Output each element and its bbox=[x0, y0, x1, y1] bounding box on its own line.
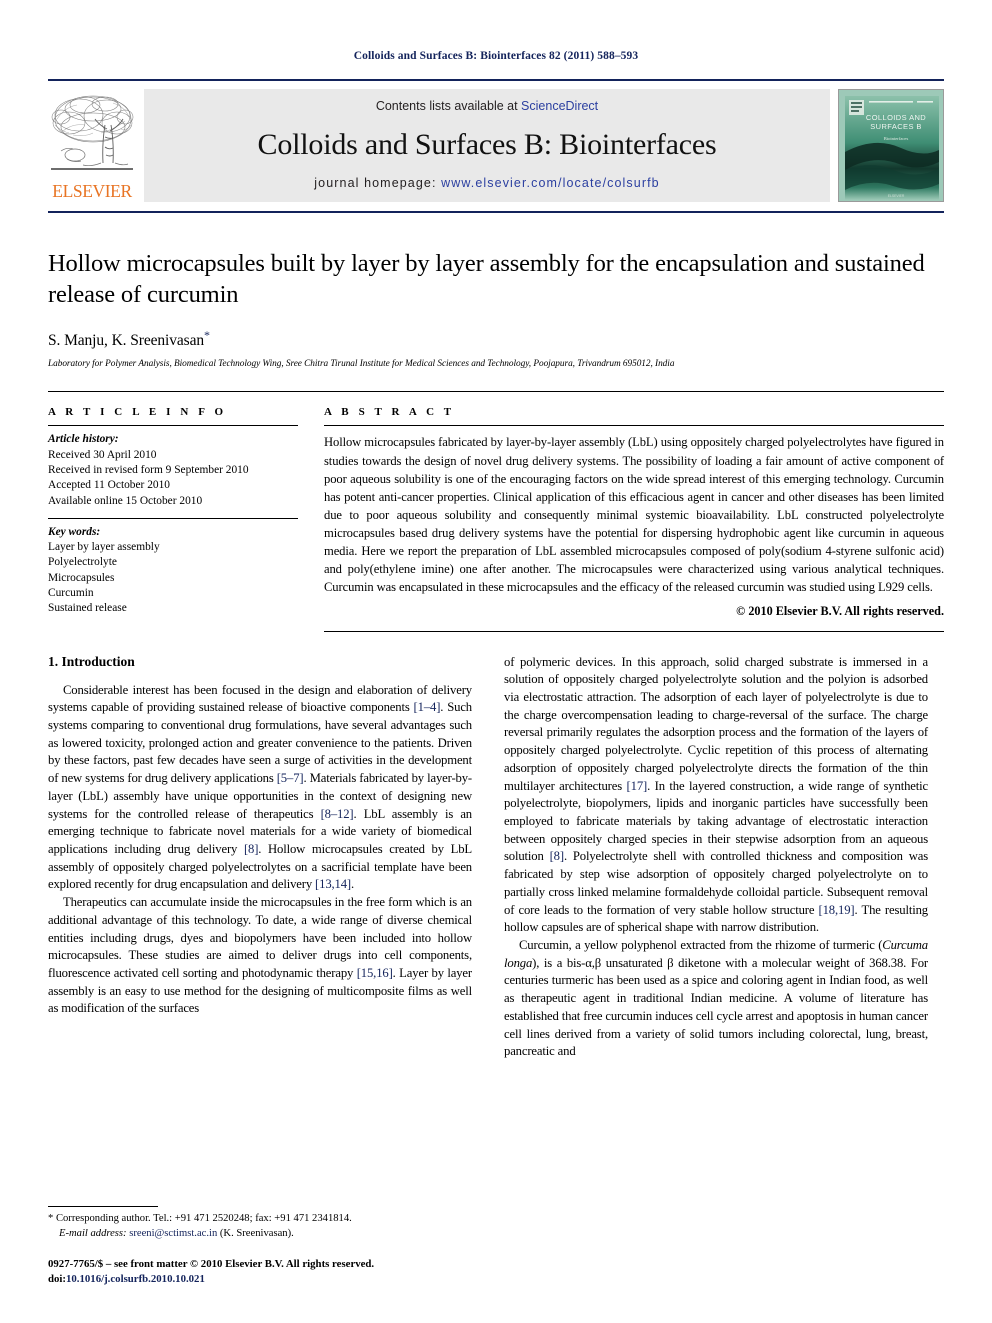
journal-title: Colloids and Surfaces B: Biointerfaces bbox=[257, 128, 717, 161]
doi-link[interactable]: 10.1016/j.colsurfb.2010.10.021 bbox=[66, 1273, 205, 1285]
article-page: Colloids and Surfaces B: Biointerfaces 8… bbox=[0, 0, 992, 1323]
info-abstract-row: A R T I C L E I N F O Article history: R… bbox=[48, 392, 944, 632]
history-item: Received in revised form 9 September 201… bbox=[48, 463, 249, 476]
author-list: S. Manju, K. Sreenivasan* bbox=[48, 328, 944, 350]
journal-masthead: ELSEVIER Contents lists available at Sci… bbox=[48, 79, 944, 202]
elsevier-tree-icon bbox=[49, 89, 135, 185]
keyword-item: Layer by layer assembly bbox=[48, 541, 160, 554]
abstract-column: A B S T R A C T Hollow microcapsules fab… bbox=[298, 406, 944, 632]
keyword-item: Sustained release bbox=[48, 602, 127, 615]
history-item: Accepted 11 October 2010 bbox=[48, 479, 170, 492]
article-info-heading: A R T I C L E I N F O bbox=[48, 406, 227, 419]
article-history-block: Article history: Received 30 April 2010 … bbox=[48, 426, 298, 517]
paragraph: Considerable interest has been focused i… bbox=[48, 682, 472, 892]
contents-available-line: Contents lists available at ScienceDirec… bbox=[376, 99, 598, 113]
abstract-heading: A B S T R A C T bbox=[324, 406, 455, 419]
homepage-prefix: journal homepage: bbox=[314, 176, 442, 190]
body-column-left: 1. Introduction Considerable interest ha… bbox=[48, 654, 472, 1062]
corresponding-author-marker: * bbox=[204, 328, 210, 343]
cover-subtitle: Biointerfaces bbox=[884, 136, 909, 141]
corresponding-author-line: * Corresponding author. Tel.: +91 471 25… bbox=[48, 1213, 352, 1225]
doi-line: doi:10.1016/j.colsurfb.2010.10.021 bbox=[48, 1272, 472, 1287]
footnote-rule bbox=[48, 1206, 158, 1208]
issn-copyright-block: 0927-7765/$ – see front matter © 2010 El… bbox=[48, 1257, 472, 1287]
corresponding-author-note: * Corresponding author. Tel.: +91 471 25… bbox=[48, 1212, 472, 1241]
keyword-item: Microcapsules bbox=[48, 571, 115, 584]
email-label: E-mail address: bbox=[59, 1227, 127, 1239]
keyword-item: Curcumin bbox=[48, 586, 94, 599]
abstract-copyright: © 2010 Elsevier B.V. All rights reserved… bbox=[736, 603, 944, 618]
keywords-block: Key words: Layer by layer assembly Polye… bbox=[48, 519, 298, 617]
email-owner: (K. Sreenivasan). bbox=[219, 1227, 294, 1239]
paragraph: Therapeutics can accumulate inside the m… bbox=[48, 895, 472, 1016]
paragraph: of polymeric devices. In this approach, … bbox=[504, 654, 928, 935]
elsevier-wordmark: ELSEVIER bbox=[52, 180, 132, 201]
journal-cover-thumbnail: COLLOIDS AND SURFACES B Biointerfaces EL… bbox=[838, 89, 944, 202]
front-matter-line: 0927-7765/$ – see front matter © 2010 El… bbox=[48, 1258, 375, 1271]
sciencedirect-link[interactable]: ScienceDirect bbox=[521, 99, 598, 113]
cover-title-line1: COLLOIDS AND bbox=[866, 113, 926, 122]
cover-title-line2: SURFACES B bbox=[870, 122, 922, 131]
contents-prefix: Contents lists available at bbox=[375, 99, 522, 113]
history-item: Available online 15 October 2010 bbox=[48, 494, 203, 507]
article-info-column: A R T I C L E I N F O Article history: R… bbox=[48, 406, 298, 631]
email-line: E-mail address: sreeni@sctimst.ac.in (K.… bbox=[48, 1227, 472, 1241]
doi-label: doi: bbox=[48, 1273, 66, 1286]
keyword-item: Polyelectrolyte bbox=[48, 556, 117, 569]
running-head: Colloids and Surfaces B: Biointerfaces 8… bbox=[353, 50, 639, 62]
journal-homepage-link[interactable]: www.elsevier.com/locate/colsurfb bbox=[441, 176, 660, 190]
author-names: S. Manju, K. Sreenivasan bbox=[48, 332, 205, 350]
title-block: Hollow microcapsules built by layer by l… bbox=[48, 213, 944, 369]
masthead-center-panel: Contents lists available at ScienceDirec… bbox=[144, 89, 830, 202]
journal-homepage-line: journal homepage: www.elsevier.com/locat… bbox=[314, 176, 659, 190]
keywords-label: Key words: bbox=[48, 525, 101, 538]
section-heading-introduction: 1. Introduction bbox=[48, 653, 135, 669]
email-link[interactable]: sreeni@sctimst.ac.in bbox=[129, 1228, 217, 1239]
affiliation: Laboratory for Polymer Analysis, Biomedi… bbox=[48, 359, 675, 370]
abstract-text: Hollow microcapsules fabricated by layer… bbox=[324, 435, 944, 595]
body-columns: 1. Introduction Considerable interest ha… bbox=[48, 632, 944, 1062]
footnote-area: * Corresponding author. Tel.: +91 471 25… bbox=[48, 1206, 472, 1287]
paragraph: Curcumin, a yellow polyphenol extracted … bbox=[504, 938, 928, 1059]
body-column-right: of polymeric devices. In this approach, … bbox=[504, 654, 928, 1062]
elsevier-logo: ELSEVIER bbox=[48, 89, 136, 202]
page-title: Hollow microcapsules built by layer by l… bbox=[48, 250, 925, 308]
article-history-label: Article history: bbox=[48, 433, 119, 446]
history-item: Received 30 April 2010 bbox=[48, 448, 157, 461]
svg-text:ELSEVIER: ELSEVIER bbox=[888, 194, 905, 198]
abstract-bottom-rule bbox=[324, 630, 944, 632]
